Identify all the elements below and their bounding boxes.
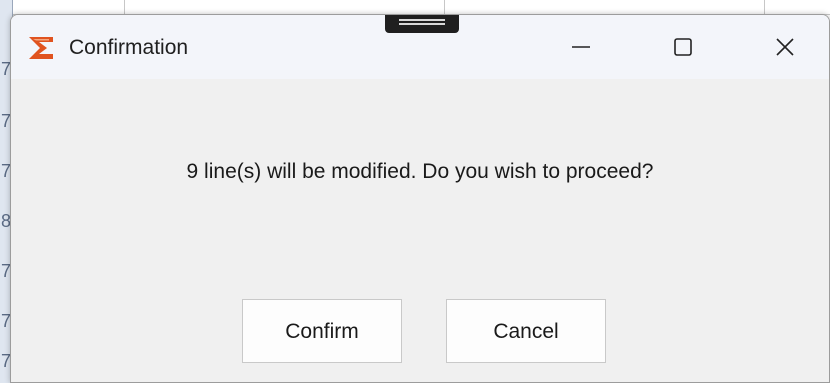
close-icon [776,38,794,56]
drag-handle[interactable] [385,15,459,33]
minimize-button[interactable] [531,15,631,79]
dialog-title: Confirmation [69,36,189,59]
dialog-message: 9 line(s) will be modified. Do you wish … [186,160,654,183]
minimize-icon [572,46,590,48]
confirm-button[interactable]: Confirm [242,299,402,363]
background-column [0,0,125,14]
background-table-header-row [0,0,830,15]
drag-handle-grip-line [399,19,445,21]
background-column [444,0,765,14]
maximize-button[interactable] [633,15,733,79]
drag-handle-grip-line [399,23,445,25]
confirmation-dialog: Confirmation 9 line(s) will be modified.… [10,14,830,383]
app-logo-icon [27,35,57,61]
close-button[interactable] [735,15,829,79]
maximize-icon [674,38,692,56]
cancel-button[interactable]: Cancel [446,299,606,363]
background-column [124,0,445,14]
